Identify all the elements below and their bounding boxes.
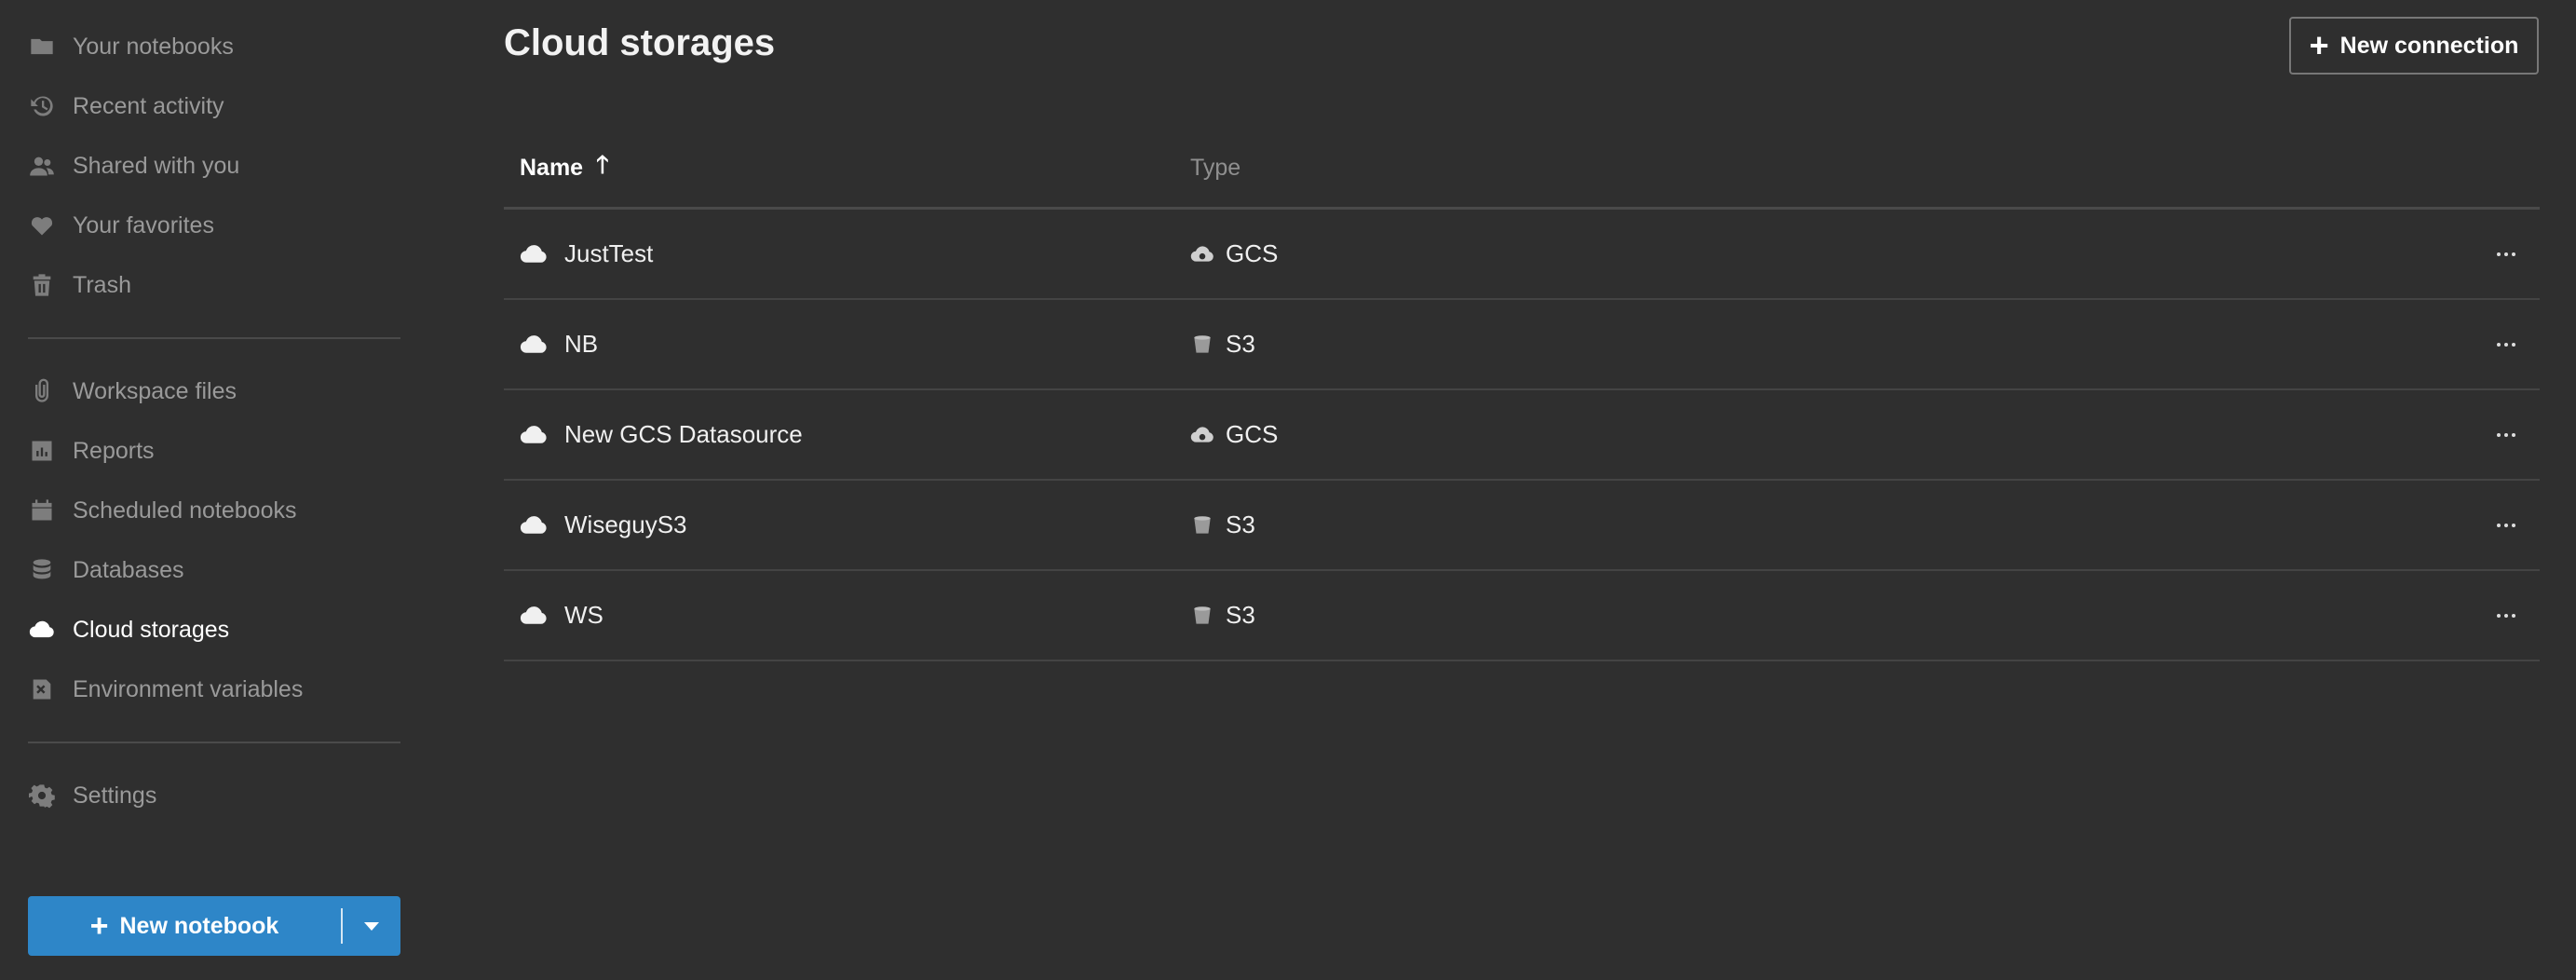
report-icon (28, 437, 56, 465)
sidebar-item-label: Databases (73, 556, 184, 583)
storage-name[interactable]: WiseguyS3 (564, 510, 687, 539)
sidebar-item-workspace-files[interactable]: Workspace files (28, 371, 237, 412)
more-options-button[interactable] (2495, 481, 2517, 569)
calendar-icon (28, 497, 56, 524)
sidebar-item-shared-with-you[interactable]: Shared with you (28, 145, 239, 186)
gcs-cloud-icon (1190, 421, 1214, 449)
s3-bucket-icon (1190, 602, 1214, 630)
table-row[interactable]: WS S3 (504, 571, 2540, 661)
plus-icon: + (89, 908, 109, 944)
sidebar-item-label: Your notebooks (73, 33, 234, 60)
sidebar-item-label: Settings (73, 782, 157, 809)
sidebar-item-label: Shared with you (73, 152, 240, 179)
sidebar-item-label: Scheduled notebooks (73, 497, 297, 524)
sidebar-divider (28, 337, 400, 339)
storage-name[interactable]: New GCS Datasource (564, 420, 803, 449)
sidebar-item-label: Environment variables (73, 675, 304, 702)
new-notebook-button-group: + New notebook (28, 896, 400, 956)
sidebar-divider (28, 742, 400, 743)
table-header: Name 🡑 Type (504, 129, 2540, 210)
cloud-icon (520, 602, 548, 630)
sidebar-item-label: Recent activity (73, 92, 224, 119)
cloud-icon (28, 616, 56, 644)
sidebar-item-label: Cloud storages (73, 616, 230, 643)
more-options-button[interactable] (2495, 571, 2517, 660)
sidebar-item-label: Reports (73, 437, 155, 464)
more-options-button[interactable] (2495, 300, 2517, 388)
new-connection-button[interactable]: + New connection (2289, 17, 2539, 75)
users-icon (28, 152, 56, 180)
column-header-type[interactable]: Type (1190, 129, 1241, 207)
cloud-icon (520, 511, 548, 539)
gear-icon (28, 782, 56, 810)
cloud-icon (520, 240, 548, 268)
cloud-icon (520, 421, 548, 449)
storage-name[interactable]: JustTest (564, 239, 653, 268)
new-connection-label: New connection (2339, 32, 2519, 59)
button-separator (341, 908, 343, 944)
sidebar-item-scheduled-notebooks[interactable]: Scheduled notebooks (28, 490, 296, 531)
sidebar-item-environment-variables[interactable]: Environment variables (28, 669, 303, 710)
new-notebook-dropdown-button[interactable] (343, 896, 400, 956)
trash-icon (28, 271, 56, 299)
storage-name[interactable]: NB (564, 330, 598, 359)
table-row[interactable]: WiseguyS3 S3 (504, 481, 2540, 571)
new-notebook-label: New notebook (119, 912, 279, 939)
heart-icon (28, 211, 56, 239)
folder-icon (28, 33, 56, 61)
storage-name[interactable]: WS (564, 601, 603, 630)
new-notebook-button[interactable]: + New notebook (28, 896, 341, 956)
sidebar-item-databases[interactable]: Databases (28, 550, 184, 591)
table-row[interactable]: NB S3 (504, 300, 2540, 390)
sidebar-item-label: Trash (73, 271, 131, 298)
more-options-button[interactable] (2495, 390, 2517, 479)
cloud-storages-table: Name 🡑 Type JustTest GCS NB S3 New GCS D… (504, 129, 2540, 661)
more-options-button[interactable] (2495, 210, 2517, 298)
sidebar-item-settings[interactable]: Settings (28, 775, 156, 816)
plus-icon: + (2309, 26, 2329, 64)
cloud-icon (520, 331, 548, 359)
sidebar-item-cloud-storages[interactable]: Cloud storages (28, 609, 229, 650)
sidebar-item-label: Your favorites (73, 211, 214, 238)
variable-icon (28, 675, 56, 703)
s3-bucket-icon (1190, 511, 1214, 539)
storage-type: GCS (1226, 239, 1279, 267)
column-header-name[interactable]: Name 🡑 (520, 129, 609, 207)
storage-type: GCS (1226, 420, 1279, 448)
table-row[interactable]: New GCS Datasource GCS (504, 390, 2540, 481)
chevron-down-icon (364, 921, 379, 931)
sidebar-item-reports[interactable]: Reports (28, 430, 155, 471)
storage-type: S3 (1226, 330, 1255, 358)
paperclip-icon (28, 377, 56, 405)
sidebar-item-trash[interactable]: Trash (28, 265, 131, 306)
sort-ascending-icon: 🡑 (596, 150, 609, 178)
sidebar-item-label: Workspace files (73, 377, 237, 404)
sidebar-item-your-favorites[interactable]: Your favorites (28, 205, 214, 246)
page-title: Cloud storages (504, 22, 776, 63)
sidebar: Your notebooks Recent activity Shared wi… (0, 0, 428, 980)
sidebar-item-your-notebooks[interactable]: Your notebooks (28, 26, 234, 67)
history-icon (28, 92, 56, 120)
table-row[interactable]: JustTest GCS (504, 210, 2540, 300)
storage-type: S3 (1226, 510, 1255, 538)
s3-bucket-icon (1190, 331, 1214, 359)
gcs-cloud-icon (1190, 240, 1214, 268)
storage-type: S3 (1226, 601, 1255, 629)
sidebar-item-recent-activity[interactable]: Recent activity (28, 86, 224, 127)
database-icon (28, 556, 56, 584)
